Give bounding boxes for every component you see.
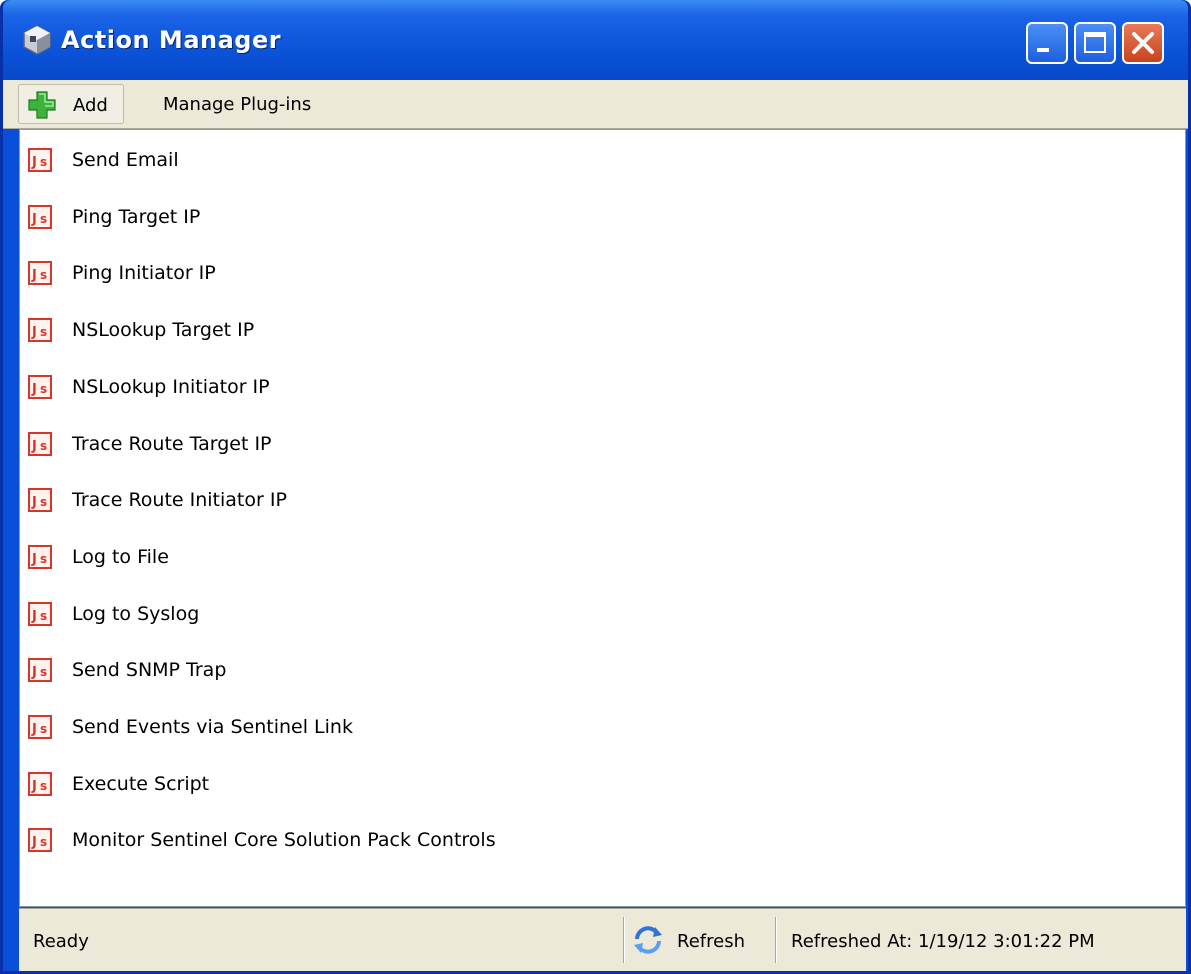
refresh-label: Refresh <box>677 931 745 952</box>
minimize-button[interactable] <box>1026 22 1068 64</box>
action-label: Send Email <box>72 149 179 171</box>
status-separator <box>623 917 625 963</box>
action-label: Log to Syslog <box>72 602 200 625</box>
svg-text:s: s <box>40 552 47 566</box>
action-label: NSLookup Target IP <box>72 319 255 342</box>
svg-text:J: J <box>31 325 37 340</box>
close-icon <box>1132 32 1154 54</box>
manage-plugins-button[interactable]: Manage Plug-ins <box>143 84 311 124</box>
svg-text:s: s <box>40 268 47 282</box>
action-label: Ping Target IP <box>72 205 201 228</box>
svg-text:J: J <box>31 665 37 680</box>
svg-text:J: J <box>31 268 37 283</box>
maximize-button[interactable] <box>1074 22 1116 64</box>
svg-text:s: s <box>40 212 47 226</box>
javascript-icon: Js <box>28 658 52 683</box>
javascript-icon: Js <box>28 828 52 853</box>
window-title: Action Manager <box>61 26 282 54</box>
status-separator <box>775 917 777 963</box>
action-label: Execute Script <box>72 772 210 795</box>
svg-text:J: J <box>31 609 37 624</box>
action-list-item[interactable]: Js Trace Route Target IP <box>20 424 1170 464</box>
action-list-item[interactable]: Js Send Email <box>20 140 1170 180</box>
javascript-icon: Js <box>28 374 52 399</box>
action-label: Trace Route Initiator IP <box>72 489 287 512</box>
action-list-item[interactable]: Js Log to Syslog <box>20 594 1170 634</box>
action-list-item[interactable]: Js NSLookup Initiator IP <box>20 367 1170 407</box>
javascript-icon: Js <box>28 261 52 286</box>
action-label: Send SNMP Trap <box>72 659 227 682</box>
action-label: Ping Initiator IP <box>72 262 216 285</box>
svg-text:s: s <box>40 439 47 453</box>
action-label: Monitor Sentinel Core Solution Pack Cont… <box>72 829 496 852</box>
action-label: Log to File <box>72 545 169 568</box>
svg-text:J: J <box>31 722 37 737</box>
action-label: NSLookup Initiator IP <box>72 375 270 398</box>
javascript-icon: Js <box>28 431 52 456</box>
javascript-icon: Js <box>28 318 52 343</box>
javascript-icon: Js <box>28 771 52 796</box>
action-list-item[interactable]: Js Ping Initiator IP <box>20 253 1170 293</box>
action-list-item[interactable]: Js Execute Script <box>20 764 1170 804</box>
svg-text:J: J <box>31 439 37 454</box>
status-bar: Ready Refresh Refreshed At: 1/19/12 3:01… <box>19 908 1186 971</box>
svg-text:s: s <box>40 609 47 623</box>
action-manager-window: Action Manager Add Manage Plug-ins J s S… <box>0 0 1191 974</box>
svg-text:s: s <box>40 155 47 169</box>
action-list-item[interactable]: Js Trace Route Initiator IP <box>20 480 1170 520</box>
action-label: Trace Route Target IP <box>72 432 272 455</box>
maximize-icon <box>1084 32 1106 53</box>
svg-text:J: J <box>31 382 37 397</box>
action-list-item[interactable]: Js Ping Target IP <box>20 197 1170 237</box>
close-button[interactable] <box>1122 22 1164 64</box>
javascript-icon: Js <box>28 715 52 739</box>
svg-text:s: s <box>40 835 47 849</box>
svg-text:J: J <box>31 779 37 794</box>
svg-text:s: s <box>40 325 47 339</box>
refreshed-at-text: Refreshed At: 1/19/12 3:01:22 PM <box>791 931 1095 952</box>
svg-text:J: J <box>31 495 37 510</box>
refresh-button[interactable]: Refresh <box>631 917 773 963</box>
manage-plugins-label: Manage Plug-ins <box>163 94 312 115</box>
action-list[interactable]: Js Send Email Js Ping Target IP Js Ping Initi… <box>19 129 1186 907</box>
svg-text:J: J <box>31 212 37 227</box>
refresh-icon <box>634 926 662 954</box>
action-list-item[interactable]: Js Monitor Sentinel Core Solution Pack Co… <box>20 820 1170 860</box>
svg-text:J: J <box>31 552 37 567</box>
svg-text:J: J <box>31 835 37 850</box>
action-list-item[interactable]: Js Send Events via Sentinel Link <box>20 707 1170 747</box>
sentinel-cube-icon <box>23 25 51 55</box>
svg-text:s: s <box>40 779 47 793</box>
javascript-icon: Js <box>28 204 52 229</box>
javascript-icon: Js <box>28 601 52 626</box>
status-text: Ready <box>33 931 89 952</box>
add-button[interactable]: Add <box>18 84 124 124</box>
svg-text:s: s <box>40 665 47 679</box>
toolbar: Add Manage Plug-ins <box>3 80 1188 129</box>
svg-text:s: s <box>40 722 47 736</box>
title-bar[interactable]: Action Manager <box>3 0 1188 88</box>
svg-text:s: s <box>40 382 47 396</box>
javascript-icon: Js <box>28 148 52 172</box>
action-list-item[interactable]: Js Send SNMP Trap <box>20 650 1170 690</box>
svg-text:s: s <box>40 495 47 509</box>
action-list-item[interactable]: Js NSLookup Target IP <box>20 310 1170 350</box>
plus-icon <box>28 91 56 119</box>
svg-text:J: J <box>31 155 37 170</box>
action-label: Send Events via Sentinel Link <box>72 716 353 738</box>
action-list-item[interactable]: Js Log to File <box>20 537 1170 577</box>
javascript-icon: Js <box>28 488 52 513</box>
add-button-label: Add <box>73 95 108 116</box>
javascript-icon: Js <box>28 544 52 569</box>
minimize-icon <box>1037 48 1049 52</box>
